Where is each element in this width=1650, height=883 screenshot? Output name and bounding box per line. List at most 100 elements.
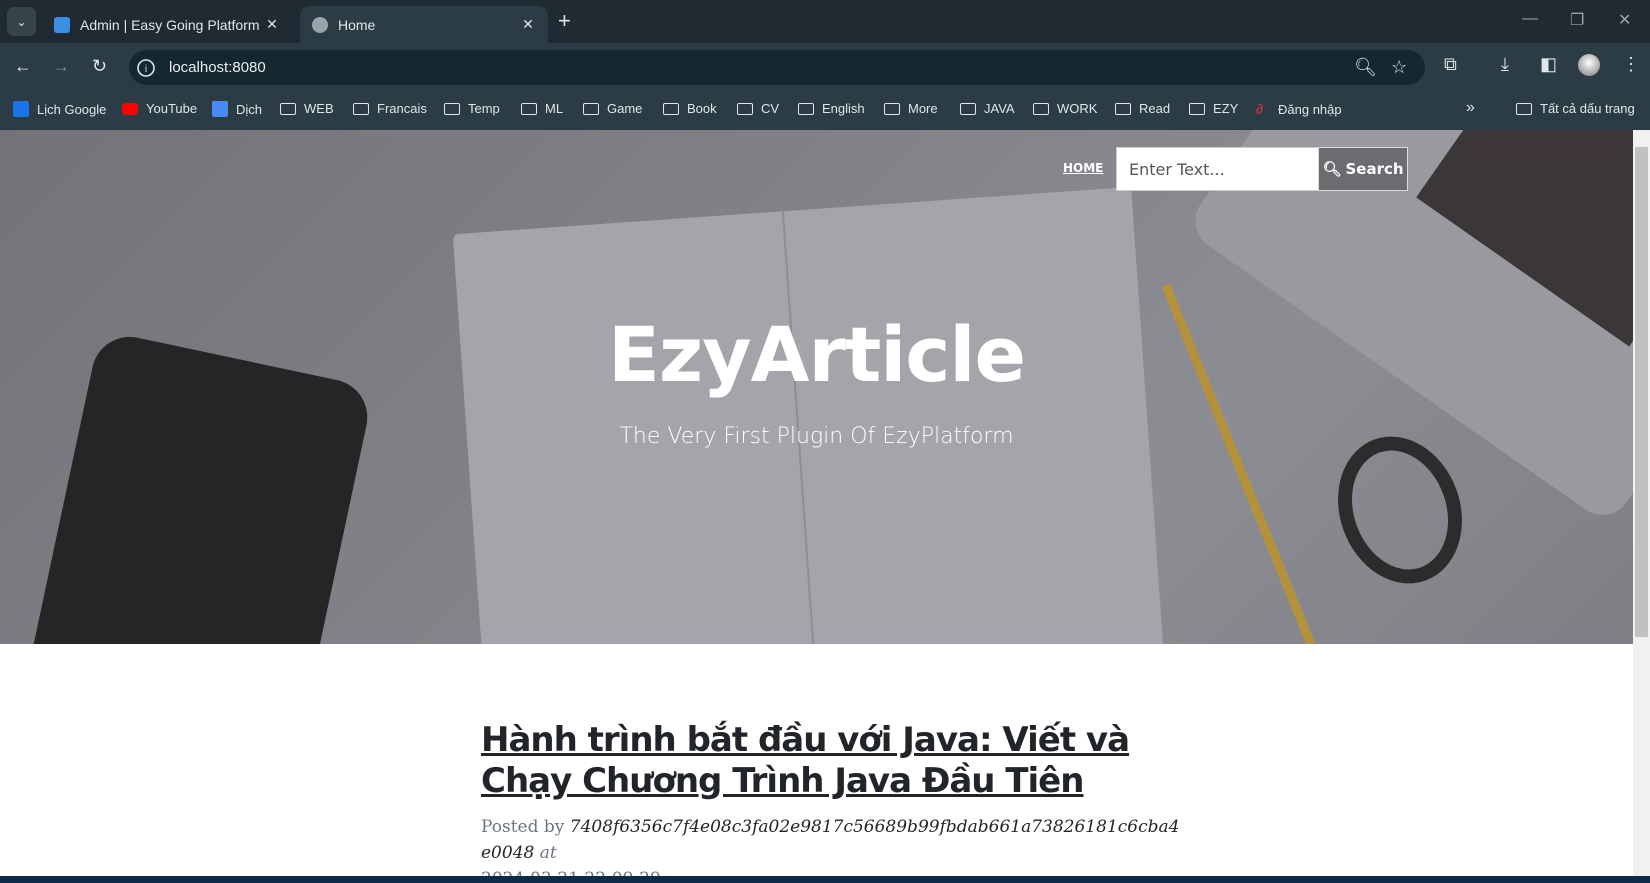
post-author[interactable]: 7408f6356c7f4e08c3fa02e9817c56689b99fbda… <box>481 817 1179 863</box>
bookmark-star-icon[interactable]: ☆ <box>1391 57 1407 78</box>
bookmark-folder[interactable]: JAVA <box>960 101 1015 116</box>
bookmark-label: EZY <box>1213 101 1239 116</box>
bookmark-label: CV <box>761 101 780 116</box>
bookmark-folder[interactable]: CV <box>737 101 779 116</box>
search-icon: 🔍︎ <box>1322 160 1342 178</box>
bookmark-folder[interactable]: Book <box>663 101 717 116</box>
profile-avatar[interactable] <box>1578 54 1600 76</box>
at-label: at <box>539 843 557 863</box>
tab-bar: ⌄ Admin | Easy Going Platform ✕ Home ✕ +… <box>0 0 1650 43</box>
download-icon[interactable]: ⤓ <box>1501 54 1509 75</box>
zoom-icon[interactable]: 🔍︎ <box>1354 57 1377 78</box>
bookmark-folder[interactable]: Read <box>1115 101 1170 116</box>
folder-icon <box>884 102 900 115</box>
bookmark-label: Dịch <box>236 101 263 117</box>
posted-by-label: Posted by <box>481 817 565 837</box>
close-window-button[interactable]: ✕ <box>1618 10 1631 30</box>
search-button[interactable]: 🔍︎ Search <box>1318 147 1408 191</box>
side-panel-icon[interactable]: ◧ <box>1540 54 1557 75</box>
scrollbar-thumb[interactable] <box>1635 147 1648 637</box>
close-tab-icon[interactable]: ✕ <box>516 16 540 33</box>
bookmark-folder[interactable]: EZY <box>1189 101 1238 116</box>
tab-admin[interactable]: Admin | Easy Going Platform ✕ <box>42 6 292 43</box>
bookmark-label: Francais <box>377 101 427 116</box>
bookmark-label: JAVA <box>984 101 1015 116</box>
folder-icon <box>1115 102 1131 115</box>
bookmark-lich-google[interactable]: Lịch Google <box>13 101 106 117</box>
bookmark-label: Read <box>1139 101 1171 116</box>
bookmark-folder[interactable]: WORK <box>1033 101 1097 116</box>
bookmark-folder[interactable]: ML <box>521 101 563 116</box>
back-button[interactable]: ← <box>14 56 32 77</box>
folder-icon <box>280 102 296 115</box>
bookmark-label: Tất cả dấu trang <box>1540 101 1635 116</box>
close-tab-icon[interactable]: ✕ <box>260 16 284 33</box>
menu-icon[interactable]: ⋮ <box>1622 54 1640 75</box>
bookmark-label: English <box>822 101 865 116</box>
reload-button[interactable]: ↻ <box>92 56 107 77</box>
extensions-icon[interactable]: ⧉ <box>1444 54 1457 75</box>
bookmark-youtube[interactable]: YouTube <box>122 101 197 116</box>
bookmark-folder[interactable]: More <box>884 101 938 116</box>
folder-icon <box>737 102 753 115</box>
restore-button[interactable]: ❐ <box>1570 10 1584 30</box>
post-title-link[interactable]: Hành trình bắt đầu với Java: Viết và Chạ… <box>481 720 1130 801</box>
bookmark-label: Lịch Google <box>37 101 107 117</box>
youtube-icon <box>122 102 138 115</box>
toolbar: ← → ↻ i localhost:8080 🔍︎ ☆ ⧉ ⤓ ◧ ⋮ <box>0 43 1650 91</box>
bookmark-dang-nhap[interactable]: ∂ Đăng nhập <box>1256 101 1342 117</box>
folder-icon <box>1516 102 1532 115</box>
tab-title: Home <box>338 16 376 33</box>
nav-home-link[interactable]: HOME <box>1063 161 1103 175</box>
bookmark-label: YouTube <box>146 101 198 116</box>
hero-banner: HOME Enter Text... 🔍︎ Search EzyArticle T… <box>0 130 1633 644</box>
bookmark-folder[interactable]: Francais <box>353 101 427 116</box>
search-input[interactable]: Enter Text... <box>1116 147 1319 191</box>
bookmark-folder[interactable]: Temp <box>444 101 500 116</box>
globe-icon <box>312 16 328 33</box>
folder-icon <box>663 102 679 115</box>
address-bar[interactable]: i localhost:8080 🔍︎ ☆ <box>129 50 1425 85</box>
post-meta: Posted by 7408f6356c7f4e08c3fa02e9817c56… <box>481 814 1181 883</box>
search-button-label: Search <box>1345 160 1404 178</box>
bookmark-label: Game <box>607 101 643 116</box>
folder-icon <box>1033 102 1049 115</box>
url-text[interactable]: localhost:8080 <box>169 59 266 76</box>
all-bookmarks-folder[interactable]: Tất cả dấu trang <box>1516 101 1635 116</box>
minimize-button[interactable]: — <box>1522 10 1538 28</box>
bookmark-folder[interactable]: Game <box>583 101 642 116</box>
tab-search-button[interactable]: ⌄ <box>7 7 36 36</box>
bookmark-label: ML <box>545 101 564 116</box>
folder-icon <box>798 102 814 115</box>
bookmark-folder[interactable]: English <box>798 101 865 116</box>
folder-icon <box>1189 102 1205 115</box>
folder-icon <box>583 102 599 115</box>
calendar-icon <box>13 101 29 117</box>
page-content: HOME Enter Text... 🔍︎ Search EzyArticle T… <box>0 130 1633 883</box>
translate-icon <box>212 101 228 117</box>
more-bookmarks-button[interactable]: » <box>1466 99 1475 117</box>
bookmark-label: WEB <box>304 101 334 116</box>
folder-icon <box>444 102 460 115</box>
bookmark-label: Book <box>687 101 717 116</box>
post-preview: Hành trình bắt đầu với Java: Viết và Chạ… <box>481 720 1181 883</box>
hero-title: EzyArticle <box>607 310 1026 399</box>
easygoing-favicon-icon <box>54 16 70 33</box>
bookmark-folder[interactable]: WEB <box>280 101 334 116</box>
taskbar-edge <box>0 876 1650 883</box>
bookmark-label: Temp <box>468 101 500 116</box>
site-info-icon[interactable]: i <box>137 58 155 77</box>
bookmark-dich[interactable]: Dịch <box>212 101 262 117</box>
forward-button[interactable]: → <box>52 56 70 77</box>
bookmark-label: Đăng nhập <box>1278 101 1342 117</box>
new-tab-button[interactable]: + <box>558 8 571 34</box>
tab-home[interactable]: Home ✕ <box>300 6 548 43</box>
login-icon: ∂ <box>1256 101 1263 117</box>
tab-title: Admin | Easy Going Platform <box>80 16 260 33</box>
bookmarks-bar: Lịch Google YouTube Dịch WEB Francais Te… <box>0 91 1650 130</box>
page-scrollbar[interactable] <box>1633 130 1650 876</box>
folder-icon <box>960 102 976 115</box>
hero-subtitle: The Very First Plugin Of EzyPlatform <box>619 424 1014 449</box>
bookmark-label: More <box>908 101 938 116</box>
folder-icon <box>353 102 369 115</box>
